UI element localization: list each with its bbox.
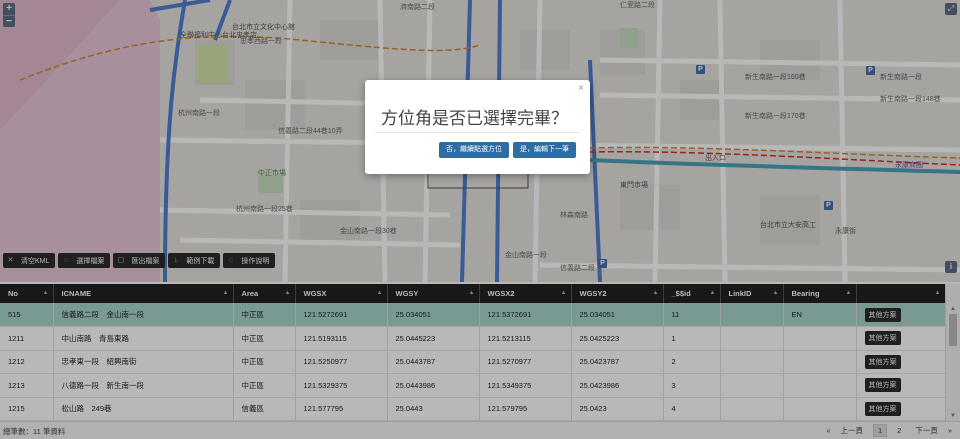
edit-next-button[interactable]: 是，編輯下一筆 — [513, 142, 576, 158]
confirm-dialog: × 方位角是否已選擇完畢？ 否，繼續點選方位 是，編輯下一筆 — [365, 80, 590, 174]
continue-select-button[interactable]: 否，繼續點選方位 — [439, 142, 509, 158]
modal-backdrop[interactable] — [0, 0, 960, 439]
dialog-title: 方位角是否已選擇完畢？ — [381, 109, 568, 129]
divider — [375, 132, 580, 133]
close-icon[interactable]: × — [578, 83, 584, 94]
